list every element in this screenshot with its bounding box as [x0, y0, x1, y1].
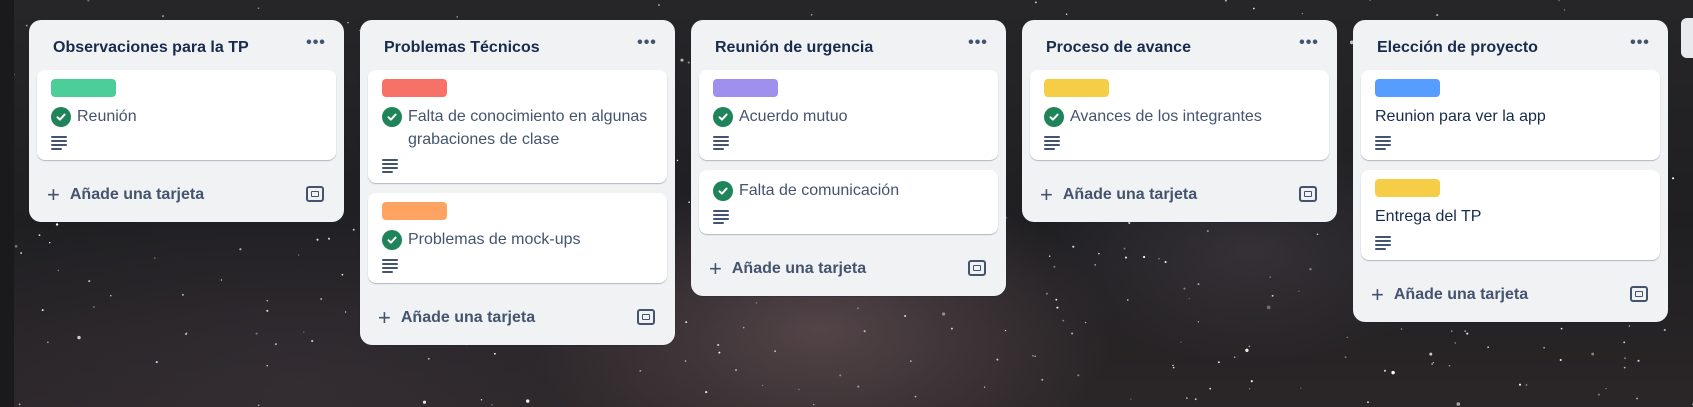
list-footer: + Añade una tarjeta: [360, 293, 675, 345]
list-title[interactable]: Problemas Técnicos: [384, 39, 540, 57]
card-label[interactable]: [382, 202, 447, 220]
card-title-text: Problemas de mock-ups: [408, 231, 581, 248]
card-title: Acuerdo mutuo: [713, 105, 984, 128]
description-lines-icon: [51, 136, 67, 150]
card[interactable]: Problemas de mock-ups: [368, 193, 667, 283]
card-label[interactable]: [1375, 79, 1440, 97]
card-title-text: Avances de los integrantes: [1070, 108, 1262, 125]
card-title-text: Falta de comunicación: [739, 182, 900, 199]
card[interactable]: Falta de conocimiento en algunas grabaci…: [368, 70, 667, 183]
card-list: Acuerdo mutuo Falta de comunicación: [691, 70, 1006, 234]
card-label[interactable]: [1044, 79, 1109, 97]
card-title-text: Reunion para ver la app: [1375, 108, 1546, 125]
list-observaciones: Observaciones para la TP ••• Reunión + Añ…: [29, 20, 344, 222]
more-horizontal-icon[interactable]: •••: [633, 34, 661, 56]
list-reunion-de-urgencia: Reunión de urgencia ••• Acuerdo mutuo Fa…: [691, 20, 1006, 296]
description-lines-icon: [382, 259, 398, 273]
add-card-label: Añade una tarjeta: [1393, 286, 1529, 303]
checkmark-circle-icon[interactable]: [382, 230, 402, 250]
card-template-icon[interactable]: [1630, 286, 1648, 302]
description-lines-icon: [1044, 136, 1060, 150]
card[interactable]: Acuerdo mutuo: [699, 70, 998, 160]
card-list: Falta de conocimiento en algunas grabaci…: [360, 70, 675, 283]
add-card-button[interactable]: + Añade una tarjeta: [378, 303, 535, 333]
plus-icon: +: [1371, 282, 1384, 307]
list-problemas-tecnicos: Problemas Técnicos ••• Falta de conocimi…: [360, 20, 675, 345]
plus-icon: +: [1040, 182, 1053, 207]
more-horizontal-icon[interactable]: •••: [1626, 34, 1654, 56]
card-label[interactable]: [382, 79, 447, 97]
description-lines-icon: [1375, 136, 1391, 150]
card-title-text: Entrega del TP: [1375, 208, 1482, 225]
card-title: Reunión: [51, 105, 322, 128]
list-footer: + Añade una tarjeta: [691, 244, 1006, 296]
more-horizontal-icon[interactable]: •••: [964, 34, 992, 56]
card-label[interactable]: [713, 79, 778, 97]
list-footer: + Añade una tarjeta: [1353, 270, 1668, 322]
card-title: Entrega del TP: [1375, 205, 1646, 228]
list-header: Proceso de avance •••: [1022, 20, 1337, 70]
card-label[interactable]: [1375, 179, 1440, 197]
card-title-text: Reunión: [77, 108, 137, 125]
plus-icon: +: [709, 256, 722, 281]
add-card-label: Añade una tarjeta: [731, 260, 867, 277]
list-title[interactable]: Elección de proyecto: [1377, 39, 1538, 57]
card-title: Falta de conocimiento en algunas grabaci…: [382, 105, 653, 151]
card[interactable]: Reunión: [37, 70, 336, 160]
add-card-label: Añade una tarjeta: [69, 186, 205, 203]
card-template-icon[interactable]: [968, 260, 986, 276]
list-eleccion-de-proyecto: Elección de proyecto ••• Reunion para ve…: [1353, 20, 1668, 322]
card-title: Falta de comunicación: [713, 179, 984, 202]
add-card-label: Añade una tarjeta: [400, 309, 536, 326]
plus-icon: +: [47, 182, 60, 207]
list-title[interactable]: Reunión de urgencia: [715, 39, 873, 57]
card-template-icon[interactable]: [1299, 186, 1317, 202]
card-label[interactable]: [51, 79, 116, 97]
list-title[interactable]: Proceso de avance: [1046, 39, 1191, 57]
card-title: Avances de los integrantes: [1044, 105, 1315, 128]
card-title-text: Falta de conocimiento en algunas grabaci…: [408, 108, 648, 148]
list-header: Reunión de urgencia •••: [691, 20, 1006, 70]
add-card-button[interactable]: + Añade una tarjeta: [47, 180, 204, 210]
plus-icon: +: [378, 305, 391, 330]
add-card-button[interactable]: + Añade una tarjeta: [709, 254, 866, 284]
list-header: Problemas Técnicos •••: [360, 20, 675, 70]
card[interactable]: Entrega del TP: [1361, 170, 1660, 260]
card-list: Reunion para ver la app Entrega del TP: [1353, 70, 1668, 260]
list-title[interactable]: Observaciones para la TP: [53, 39, 249, 57]
card-title: Problemas de mock-ups: [382, 228, 653, 251]
more-horizontal-icon[interactable]: •••: [302, 34, 330, 56]
add-card-label: Añade una tarjeta: [1062, 186, 1198, 203]
checkmark-circle-icon[interactable]: [713, 107, 733, 127]
description-lines-icon: [1375, 236, 1391, 250]
add-card-button[interactable]: + Añade una tarjeta: [1371, 280, 1528, 310]
card-title-text: Acuerdo mutuo: [739, 108, 848, 125]
card[interactable]: Avances de los integrantes: [1030, 70, 1329, 160]
description-lines-icon: [713, 136, 729, 150]
checkmark-circle-icon[interactable]: [51, 107, 71, 127]
add-card-button[interactable]: + Añade una tarjeta: [1040, 180, 1197, 210]
more-horizontal-icon[interactable]: •••: [1295, 34, 1323, 56]
list-header: Observaciones para la TP •••: [29, 20, 344, 70]
checkmark-circle-icon[interactable]: [382, 107, 402, 127]
card-template-icon[interactable]: [306, 186, 324, 202]
description-lines-icon: [382, 159, 398, 173]
checkmark-circle-icon[interactable]: [713, 181, 733, 201]
card-title: Reunion para ver la app: [1375, 105, 1646, 128]
card[interactable]: Falta de comunicación: [699, 170, 998, 234]
list-footer: + Añade una tarjeta: [29, 170, 344, 222]
description-lines-icon: [713, 210, 729, 224]
list-header: Elección de proyecto •••: [1353, 20, 1668, 70]
card-list: Reunión: [29, 70, 344, 160]
list-footer: + Añade una tarjeta: [1022, 170, 1337, 222]
board-canvas: Observaciones para la TP ••• Reunión + Añ…: [0, 0, 1693, 407]
card-template-icon[interactable]: [637, 309, 655, 325]
checkmark-circle-icon[interactable]: [1044, 107, 1064, 127]
list-proceso-de-avance: Proceso de avance ••• Avances de los int…: [1022, 20, 1337, 222]
card[interactable]: Reunion para ver la app: [1361, 70, 1660, 160]
card-list: Avances de los integrantes: [1022, 70, 1337, 160]
